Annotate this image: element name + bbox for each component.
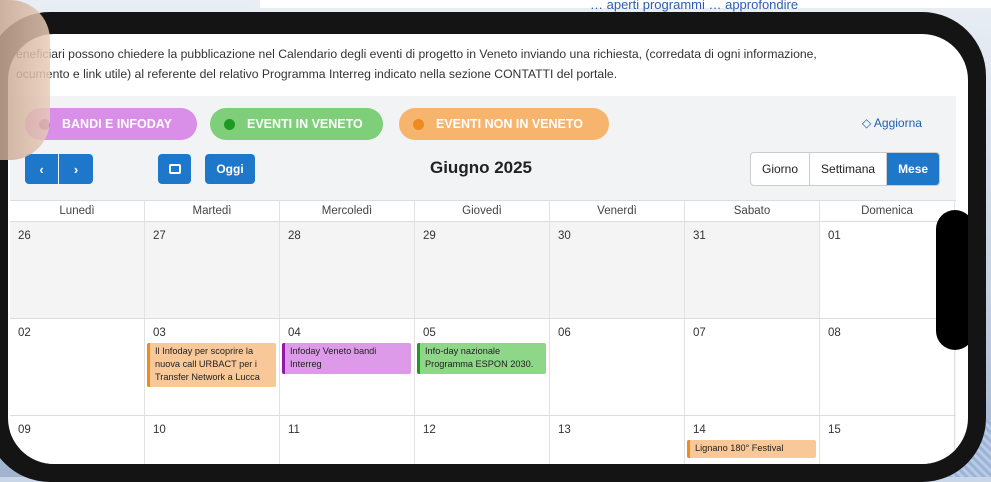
- day-number: 03: [153, 327, 166, 339]
- calendar-event[interactable]: Infoday Veneto bandi Interreg: [282, 343, 411, 374]
- dynamic-island: [936, 210, 968, 350]
- weekday-label: Domenica: [820, 201, 955, 221]
- phone-screen: eneficiari possono chiedere la pubblicaz…: [8, 34, 968, 464]
- legend-bandi-infoday-button[interactable]: BANDI E INFODAY: [25, 108, 197, 140]
- day-cell[interactable]: 30: [550, 222, 685, 318]
- view-month-button[interactable]: Mese: [887, 153, 940, 185]
- day-number: 04: [288, 327, 301, 339]
- background-page-strip: … aperti programmi … approfondire: [260, 0, 991, 12]
- day-number: 12: [423, 424, 436, 436]
- day-number: 05: [423, 327, 436, 339]
- day-cell[interactable]: 27: [145, 222, 280, 318]
- weekday-label: Mercoledì: [280, 201, 415, 221]
- day-cell[interactable]: 31: [685, 222, 820, 318]
- week-row: 02 03 Il Infoday per scoprire la nuova cal…: [10, 319, 956, 416]
- day-number: 07: [693, 327, 706, 339]
- day-number: 27: [153, 230, 166, 242]
- day-number: 08: [828, 327, 841, 339]
- day-cell[interactable]: 06: [550, 319, 685, 415]
- weekday-label: Lunedì: [10, 201, 145, 221]
- week-row: 09 10 11 12 13 14 Lignano 180° Festival 15: [10, 416, 956, 464]
- legend-label: BANDI E INFODAY: [62, 117, 172, 131]
- calendar-event[interactable]: Il Infoday per scoprire la nuova call UR…: [147, 343, 276, 387]
- day-cell[interactable]: 26: [10, 222, 145, 318]
- refresh-icon: ◇: [862, 116, 872, 130]
- background-page-text: … aperti programmi … approfondire: [590, 0, 799, 12]
- dot-icon: [413, 118, 424, 130]
- day-number: 10: [153, 424, 166, 436]
- day-number: 13: [558, 424, 571, 436]
- day-number: 09: [18, 424, 31, 436]
- day-cell[interactable]: 12: [415, 416, 550, 464]
- phone-frame: eneficiari possono chiedere la pubblicaz…: [0, 12, 986, 482]
- day-cell[interactable]: 29: [415, 222, 550, 318]
- weekday-label: Sabato: [685, 201, 820, 221]
- view-day-button[interactable]: Giorno: [751, 153, 811, 185]
- weekday-header: Lunedì Martedì Mercoledì Giovedì Venerdì…: [10, 200, 956, 222]
- day-cell[interactable]: 10: [145, 416, 280, 464]
- day-cell[interactable]: 02: [10, 319, 145, 415]
- day-cell[interactable]: 13: [550, 416, 685, 464]
- legend-eventi-non-veneto-button[interactable]: EVENTI NON IN VENETO: [399, 108, 609, 140]
- hand-thumb: [0, 0, 50, 160]
- day-number: 26: [18, 230, 31, 242]
- day-cell[interactable]: 01: [820, 222, 955, 318]
- refresh-link[interactable]: ◇ Aggiorna: [862, 116, 922, 130]
- calendar-event[interactable]: Info-day nazionale Programma ESPON 2030.: [417, 343, 546, 374]
- day-number: 01: [828, 230, 841, 242]
- dot-icon: [224, 118, 235, 130]
- day-cell[interactable]: 05 Info-day nazionale Programma ESPON 203…: [415, 319, 550, 415]
- day-number: 15: [828, 424, 841, 436]
- view-switcher: Giorno Settimana Mese: [750, 152, 941, 186]
- day-cell[interactable]: 08: [820, 319, 955, 415]
- day-cell[interactable]: 03 Il Infoday per scoprire la nuova call …: [145, 319, 280, 415]
- intro-text: eneficiari possono chiedere la pubblicaz…: [16, 44, 956, 84]
- month-grid: Lunedì Martedì Mercoledì Giovedì Venerdì…: [10, 200, 956, 464]
- refresh-label: Aggiorna: [873, 116, 922, 130]
- day-cell[interactable]: 04 Infoday Veneto bandi Interreg: [280, 319, 415, 415]
- day-number: 31: [693, 230, 706, 242]
- day-number: 14: [693, 424, 706, 436]
- day-number: 28: [288, 230, 301, 242]
- day-number: 30: [558, 230, 571, 242]
- day-cell[interactable]: 11: [280, 416, 415, 464]
- day-number: 29: [423, 230, 436, 242]
- day-cell[interactable]: 28: [280, 222, 415, 318]
- calendar-event[interactable]: Lignano 180° Festival: [687, 440, 816, 458]
- day-number: 11: [288, 424, 300, 436]
- legend-label: EVENTI IN VENETO: [247, 117, 363, 131]
- intro-line-1: eneficiari possono chiedere la pubblicaz…: [16, 47, 817, 61]
- day-cell[interactable]: 09: [10, 416, 145, 464]
- day-cell[interactable]: 07: [685, 319, 820, 415]
- legend-eventi-veneto-button[interactable]: EVENTI IN VENETO: [210, 108, 383, 140]
- weekday-label: Venerdì: [550, 201, 685, 221]
- legend-label: EVENTI NON IN VENETO: [436, 117, 584, 131]
- week-row: 26 27 28 29 30 31 01: [10, 222, 956, 319]
- day-number: 06: [558, 327, 571, 339]
- day-number: 02: [18, 327, 31, 339]
- day-cell[interactable]: 15: [820, 416, 955, 464]
- view-week-button[interactable]: Settimana: [810, 153, 888, 185]
- weekday-label: Giovedì: [415, 201, 550, 221]
- weeks-container: 26 27 28 29 30 31 01 02 03 Il Infoday per scoprir…: [10, 222, 956, 464]
- weekday-label: Martedì: [145, 201, 280, 221]
- intro-line-2: ocumento e link utile) al referente del …: [16, 67, 618, 81]
- day-cell[interactable]: 14 Lignano 180° Festival: [685, 416, 820, 464]
